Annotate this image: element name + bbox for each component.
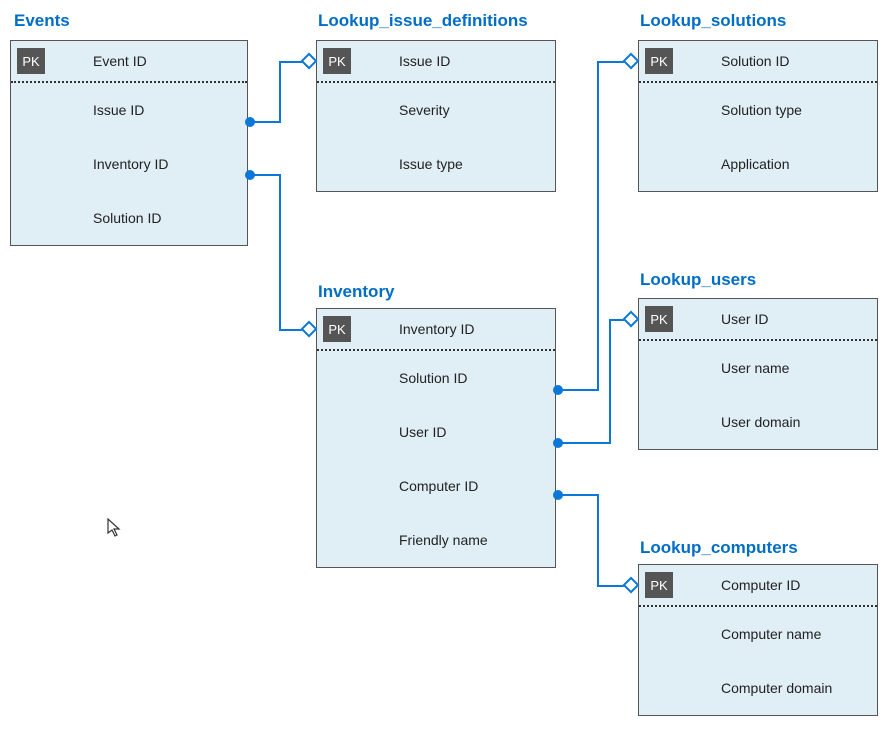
pk-diamond (623, 53, 640, 70)
pk-label: Issue ID (399, 53, 450, 69)
pk-diamond (301, 321, 318, 338)
cursor-icon (107, 518, 123, 543)
entity-title-lookup-solutions: Lookup_solutions (640, 11, 786, 31)
attr-row: User name (639, 341, 877, 395)
pk-badge: PK (323, 316, 351, 342)
pk-label: Computer ID (721, 577, 800, 593)
fk-dot (245, 170, 255, 180)
entity-inventory: PK Inventory ID Solution ID User ID Comp… (316, 308, 556, 568)
entity-title-events: Events (14, 11, 70, 31)
attr-row: Computer name (639, 607, 877, 661)
attr-row: User ID (317, 405, 555, 459)
pk-badge: PK (645, 572, 673, 598)
entity-title-lookup-issue-definitions: Lookup_issue_definitions (318, 11, 528, 31)
pk-row: PK User ID (639, 299, 877, 341)
pk-label: Solution ID (721, 53, 789, 69)
pk-badge: PK (323, 48, 351, 74)
fk-dot (553, 438, 563, 448)
attr-row: Inventory ID (11, 137, 247, 191)
pk-badge: PK (645, 48, 673, 74)
entity-events: PK Event ID Issue ID Inventory ID Soluti… (10, 40, 248, 246)
attr-row: Application (639, 137, 877, 191)
attr-row: Solution ID (317, 351, 555, 405)
pk-label: Inventory ID (399, 321, 474, 337)
entity-lookup-users: PK User ID User name User domain (638, 298, 878, 450)
fk-dot (553, 385, 563, 395)
pk-diamond (623, 311, 640, 328)
pk-label: User ID (721, 311, 768, 327)
attr-row: Issue ID (11, 83, 247, 137)
fk-dot (553, 490, 563, 500)
attr-row: Friendly name (317, 513, 555, 567)
attr-row: Issue type (317, 137, 555, 191)
entity-lookup-issue-definitions: PK Issue ID Severity Issue type (316, 40, 556, 192)
pk-row: PK Computer ID (639, 565, 877, 607)
attr-row: User domain (639, 395, 877, 449)
pk-row: PK Issue ID (317, 41, 555, 83)
rel-events-inventoryid (250, 175, 307, 330)
fk-dot (245, 117, 255, 127)
pk-label: Event ID (93, 53, 147, 69)
attr-row: Solution ID (11, 191, 247, 245)
pk-badge: PK (17, 48, 45, 74)
attr-row: Severity (317, 83, 555, 137)
attr-row: Computer ID (317, 459, 555, 513)
pk-badge: PK (645, 306, 673, 332)
rel-inventory-solutionid (558, 62, 629, 390)
attr-row: Solution type (639, 83, 877, 137)
entity-title-lookup-users: Lookup_users (640, 270, 756, 290)
pk-diamond (623, 577, 640, 594)
rel-inventory-userid (558, 320, 629, 443)
rel-inventory-computerid (558, 495, 629, 586)
entity-title-inventory: Inventory (318, 282, 395, 302)
attr-row: Computer domain (639, 661, 877, 715)
pk-row: PK Inventory ID (317, 309, 555, 351)
entity-lookup-computers: PK Computer ID Computer name Computer do… (638, 564, 878, 716)
entity-lookup-solutions: PK Solution ID Solution type Application (638, 40, 878, 192)
pk-row: PK Solution ID (639, 41, 877, 83)
rel-events-issueid (250, 62, 307, 122)
entity-title-lookup-computers: Lookup_computers (640, 538, 798, 558)
pk-row: PK Event ID (11, 41, 247, 83)
pk-diamond (301, 53, 318, 70)
